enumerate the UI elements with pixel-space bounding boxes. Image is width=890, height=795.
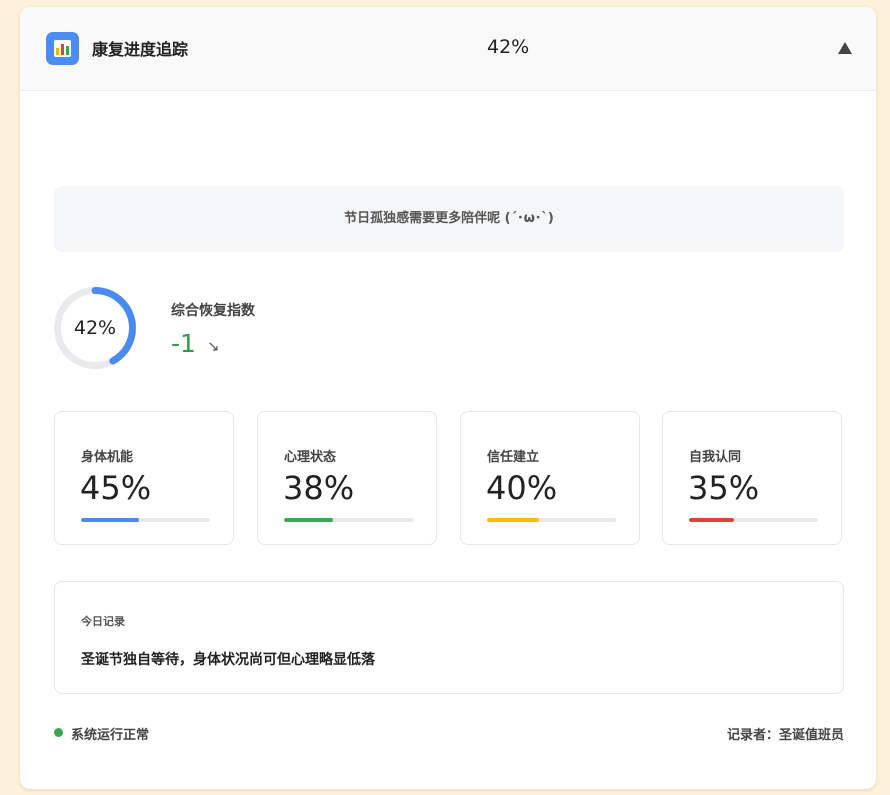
header-progress-percent: 42%	[487, 36, 530, 58]
metric-value: 40%	[486, 469, 558, 507]
daily-log-panel: 今日记录 圣诞节独自等待，身体状况尚可但心理略显低落	[54, 581, 844, 694]
metric-progress-track	[689, 518, 818, 522]
index-value: -1	[171, 329, 196, 358]
metric-progress-fill	[487, 518, 539, 522]
metric-progress-track	[81, 518, 210, 522]
page-title: 康复进度追踪	[92, 40, 189, 59]
log-text: 圣诞节独自等待，身体状况尚可但心理略显低落	[81, 652, 375, 668]
metric-card-identity: 自我认同 35%	[662, 411, 842, 545]
metric-label: 信任建立	[487, 450, 540, 465]
progress-card: 康复进度追踪 42% 节日孤独感需要更多陪伴呢 (´･ω･`) 42% 综合恢复…	[20, 7, 876, 789]
metric-progress-fill	[689, 518, 735, 522]
metric-card-mental: 心理状态 38%	[257, 411, 437, 545]
metric-value: 38%	[283, 469, 355, 507]
recorder-text: 记录者：圣诞值班员	[726, 728, 844, 743]
metric-value: 35%	[688, 469, 760, 507]
metric-progress-track	[284, 518, 413, 522]
bar-chart-icon	[46, 32, 79, 65]
notice-banner: 节日孤独感需要更多陪伴呢 (´･ω･`)	[54, 186, 844, 252]
metric-card-trust: 信任建立 40%	[460, 411, 640, 545]
card-header[interactable]: 康复进度追踪 42%	[20, 7, 876, 91]
metric-label: 心理状态	[284, 450, 337, 465]
metric-card-physical: 身体机能 45%	[54, 411, 234, 545]
metric-label: 自我认同	[689, 450, 742, 465]
ring-percent-label: 42%	[73, 317, 117, 339]
trend-down-icon: ↘	[207, 337, 220, 355]
triangle-up-icon[interactable]	[838, 42, 852, 54]
metric-label: 身体机能	[81, 450, 134, 465]
metric-value: 45%	[80, 469, 152, 507]
metric-progress-fill	[81, 518, 140, 522]
index-label: 综合恢复指数	[171, 303, 255, 319]
metric-progress-fill	[284, 518, 334, 522]
metric-progress-track	[487, 518, 616, 522]
system-status-text: 系统运行正常	[71, 728, 150, 743]
status-dot-icon	[54, 728, 63, 737]
log-title: 今日记录	[81, 615, 125, 628]
